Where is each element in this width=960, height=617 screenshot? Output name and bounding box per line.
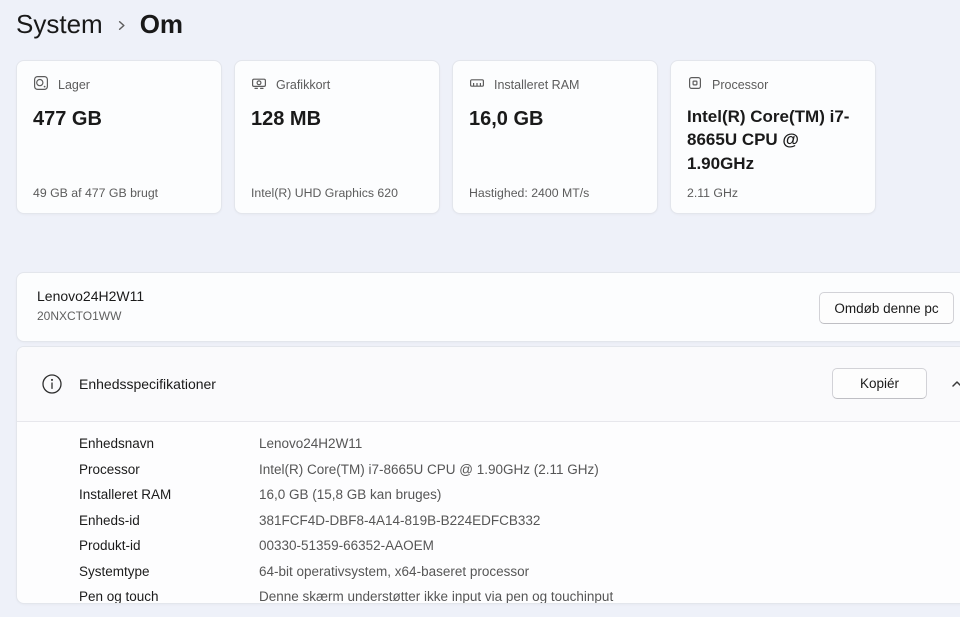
device-specifications-header[interactable]: Enhedsspecifikationer Kopiér: [17, 347, 960, 422]
ram-card-caption: Hastighed: 2400 MT/s: [469, 186, 645, 200]
processor-card-header: Processor: [687, 75, 859, 94]
rename-pc-button[interactable]: Omdøb denne pc: [819, 292, 954, 324]
gpu-icon: [251, 75, 267, 94]
spec-value: 00330-51359-66352-AAOEM: [259, 538, 434, 553]
storage-card: Lager 477 GB 49 GB af 477 GB brugt: [16, 60, 222, 214]
spec-label: Systemtype: [17, 564, 259, 579]
spec-value: Intel(R) Core(TM) i7-8665U CPU @ 1.90GHz…: [259, 462, 599, 477]
chevron-up-icon[interactable]: [949, 376, 960, 397]
spec-label: Processor: [17, 462, 259, 477]
device-specifications-table: Enhedsnavn Lenovo24H2W11 Processor Intel…: [17, 422, 960, 604]
table-row: Pen og touch Denne skærm understøtter ik…: [17, 584, 960, 604]
spec-value: Lenovo24H2W11: [259, 436, 362, 451]
graphics-card-header: Grafikkort: [251, 75, 423, 94]
table-row: Processor Intel(R) Core(TM) i7-8665U CPU…: [17, 457, 960, 483]
copy-button[interactable]: Kopiér: [832, 368, 927, 399]
ram-card-value: 16,0 GB: [469, 107, 641, 131]
breadcrumb-system[interactable]: System: [16, 9, 103, 40]
processor-card-caption: 2.11 GHz: [687, 186, 863, 200]
ram-icon: [469, 75, 485, 94]
device-name-bar: Lenovo24H2W11 20NXCTO1WW Omdøb denne pc: [16, 272, 960, 342]
processor-card-label: Processor: [712, 78, 768, 92]
device-specifications-title: Enhedsspecifikationer: [79, 376, 216, 392]
storage-card-header: Lager: [33, 75, 205, 94]
processor-card-value: Intel(R) Core(TM) i7-8665U CPU @ 1.90GHz: [687, 105, 859, 175]
spec-value: 64-bit operativsystem, x64-baseret proce…: [259, 564, 529, 579]
graphics-card-value: 128 MB: [251, 107, 423, 131]
storage-icon: [33, 75, 49, 94]
ram-card-header: Installeret RAM: [469, 75, 641, 94]
spec-value: 16,0 GB (15,8 GB kan bruges): [259, 487, 441, 502]
spec-label: Enheds-id: [17, 513, 259, 528]
spec-label: Pen og touch: [17, 589, 259, 604]
table-row: Installeret RAM 16,0 GB (15,8 GB kan bru…: [17, 482, 960, 508]
storage-card-value: 477 GB: [33, 107, 205, 131]
info-icon: [41, 373, 63, 400]
spec-label: Installeret RAM: [17, 487, 259, 502]
spec-label: Enhedsnavn: [17, 436, 259, 451]
table-row: Enheds-id 381FCF4D-DBF8-4A14-819B-B224ED…: [17, 508, 960, 534]
storage-card-caption: 49 GB af 477 GB brugt: [33, 186, 209, 200]
ram-card: Installeret RAM 16,0 GB Hastighed: 2400 …: [452, 60, 658, 214]
spec-value: 381FCF4D-DBF8-4A14-819B-B224EDFCB332: [259, 513, 540, 528]
graphics-card-label: Grafikkort: [276, 78, 330, 92]
chevron-right-icon: [114, 18, 129, 33]
table-row: Systemtype 64-bit operativsystem, x64-ba…: [17, 559, 960, 585]
spec-value: Denne skærm understøtter ikke input via …: [259, 589, 613, 604]
table-row: Produkt-id 00330-51359-66352-AAOEM: [17, 533, 960, 559]
processor-card: Processor Intel(R) Core(TM) i7-8665U CPU…: [670, 60, 876, 214]
device-model: 20NXCTO1WW: [37, 309, 121, 323]
graphics-card: Grafikkort 128 MB Intel(R) UHD Graphics …: [234, 60, 440, 214]
breadcrumb: System Om: [16, 4, 183, 44]
storage-card-label: Lager: [58, 78, 90, 92]
ram-card-label: Installeret RAM: [494, 78, 579, 92]
spec-label: Produkt-id: [17, 538, 259, 553]
table-row: Enhedsnavn Lenovo24H2W11: [17, 431, 960, 457]
cpu-icon: [687, 75, 703, 94]
graphics-card-caption: Intel(R) UHD Graphics 620: [251, 186, 427, 200]
device-specifications-card: Enhedsspecifikationer Kopiér Enhedsnavn …: [16, 346, 960, 604]
device-name: Lenovo24H2W11: [37, 288, 144, 304]
page-title: Om: [140, 9, 183, 40]
settings-about-page: System Om Lager 477 GB 49 GB af 477 GB b…: [0, 0, 960, 617]
